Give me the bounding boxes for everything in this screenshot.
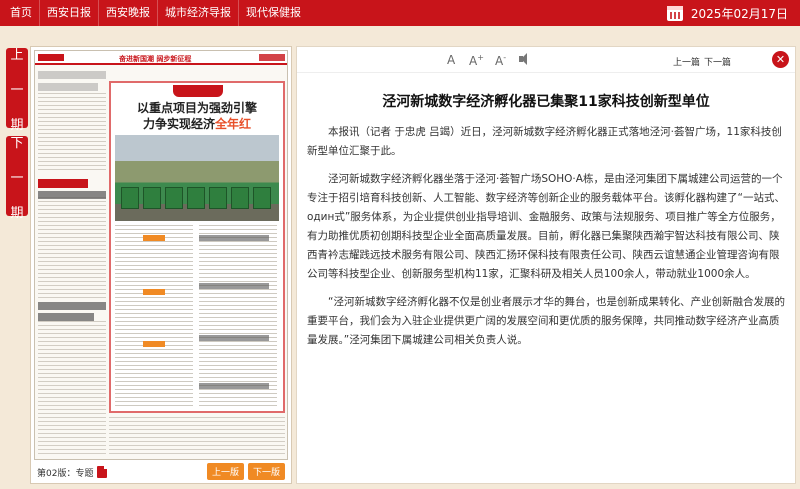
next-issue-tab[interactable]: 下 一 期 xyxy=(6,136,28,221)
prev-issue-char-2: 一 xyxy=(10,82,24,98)
speaker-icon[interactable] xyxy=(519,53,527,65)
next-issue-char-3: 期 xyxy=(10,205,24,221)
article-paragraph: “泾河新城数字经济孵化器不仅是创业者展示才华的舞台，也是创新成果转化、产业创新融… xyxy=(307,296,785,346)
np-left-headline[interactable] xyxy=(38,313,94,321)
next-issue-char-2: 一 xyxy=(10,170,24,186)
pdf-icon[interactable] xyxy=(97,466,108,478)
prev-article-link[interactable]: 上一篇 xyxy=(673,55,700,68)
np-masthead-mark xyxy=(259,54,285,61)
np-text-column xyxy=(115,225,193,409)
np-orange-tag xyxy=(143,341,165,347)
np-logo xyxy=(38,54,64,61)
np-subheading xyxy=(199,283,269,289)
nav-xian-evening[interactable]: 西安晚报 xyxy=(98,0,157,26)
font-default-button[interactable]: A xyxy=(447,53,455,67)
font-default-glyph: A xyxy=(447,53,456,67)
np-bottom-text xyxy=(109,417,285,457)
next-issue-char-1: 下 xyxy=(10,135,24,151)
np-feature-title-line2: 力争实现经济全年红 xyxy=(111,115,283,132)
article-paragraph: 泾河新城数字经济孵化器坐落于泾河·荟智广场SOHO·A栋，是由泾河集团下属城建公… xyxy=(307,173,785,280)
np-feature-article[interactable]: 以重点项目为强劲引擎 力争实现经济全年红 xyxy=(109,81,285,413)
article-paragraph: 本报讯（记者 于忠虎 吕竭）近日，泾河新城数字经济孵化器正式落地泾河·荟智广场，… xyxy=(307,126,782,157)
font-increase-sign: + xyxy=(477,53,484,62)
np-red-label xyxy=(38,179,88,188)
np-orange-tag xyxy=(143,289,165,295)
next-page-button[interactable]: 下一版 xyxy=(247,463,285,480)
np-photo-trucks xyxy=(115,135,279,221)
np-subheading xyxy=(199,235,269,241)
close-icon[interactable]: ✕ xyxy=(772,51,789,68)
article-panel: A A+ A- 上一篇 下一篇 ✕ 泾河新城数字经济孵化器已集聚11家科技创新型… xyxy=(296,46,796,484)
prev-issue-char-3: 期 xyxy=(10,117,24,133)
next-article-link[interactable]: 下一篇 xyxy=(704,55,731,68)
nav-modern-health[interactable]: 现代保健报 xyxy=(238,0,308,26)
np-left-headline[interactable] xyxy=(38,302,106,310)
newspaper-page-thumbnail[interactable]: 奋进新国潮 阔步新征程 以重点项目为强劲引擎 力争实现经济全年红 xyxy=(34,50,288,460)
current-date: 2025年02月17日 xyxy=(690,6,788,21)
np-text-column xyxy=(199,225,277,409)
page-buttons: 上一版 下一版 xyxy=(206,463,285,480)
nav-home[interactable]: 首页 xyxy=(0,0,39,26)
np-feature-title-line1: 以重点项目为强劲引擎 xyxy=(136,101,257,115)
prev-issue-char-1: 上 xyxy=(10,47,24,63)
np-slogan: 奋进新国潮 阔步新征程 xyxy=(119,55,192,63)
font-increase-glyph: A xyxy=(469,54,478,68)
font-decrease-glyph: A xyxy=(495,54,504,68)
prev-page-button[interactable]: 上一版 xyxy=(206,463,244,480)
np-title-highlight: 全年红 xyxy=(215,117,252,131)
page-panel: 奋进新国潮 阔步新征程 以重点项目为强劲引擎 力争实现经济全年红 第02版：专题… xyxy=(30,46,292,484)
font-increase-button[interactable]: A+ xyxy=(469,53,484,68)
np-subheading xyxy=(199,383,269,389)
nav-xian-daily[interactable]: 西安日报 xyxy=(39,0,98,26)
np-left-column[interactable] xyxy=(38,69,106,457)
top-nav: 首页 西安日报 西安晚报 城市经济导报 现代保健报 2025年02月17日 xyxy=(0,0,800,26)
prev-issue-tab[interactable]: 上 一 期 xyxy=(6,48,28,133)
np-subheading xyxy=(199,335,269,341)
date-area: 2025年02月17日 xyxy=(666,0,788,26)
calendar-icon[interactable] xyxy=(666,5,683,21)
np-orange-tag xyxy=(143,235,165,241)
font-decrease-button[interactable]: A- xyxy=(495,53,506,68)
article-body: 本报讯（记者 于忠虎 吕竭）近日，泾河新城数字经济孵化器正式落地泾河·荟智广场，… xyxy=(307,123,789,359)
nav-city-economy[interactable]: 城市经济导报 xyxy=(157,0,238,26)
font-decrease-sign: - xyxy=(503,53,507,62)
np-left-headline[interactable] xyxy=(38,191,106,199)
article-toolbar: A A+ A- 上一篇 下一篇 ✕ xyxy=(297,47,795,73)
article-nav: 上一篇 下一篇 xyxy=(673,55,731,68)
np-masthead: 奋进新国潮 阔步新征程 xyxy=(35,51,287,65)
page-label[interactable]: 第02版：专题 xyxy=(37,466,93,479)
np-feature-banner xyxy=(173,85,223,97)
np-title-main: 力争实现经济 xyxy=(142,117,215,131)
article-title: 泾河新城数字经济孵化器已集聚11家科技创新型单位 xyxy=(382,94,710,110)
